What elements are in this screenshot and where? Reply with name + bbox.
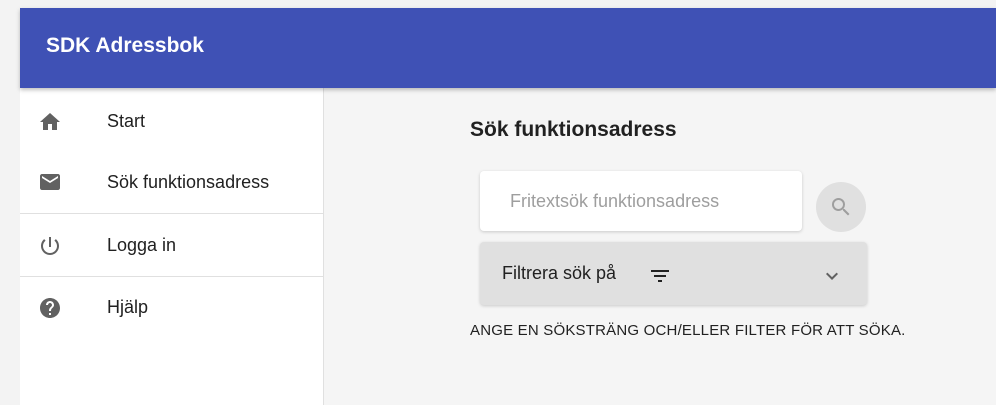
main-content: Sök funktionsadress Filtrera sök på ANGE… xyxy=(324,88,996,405)
sidebar-item-sok-funktionsadress[interactable]: Sök funktionsadress xyxy=(20,152,323,214)
sidebar-item-hjalp[interactable]: Hjälp xyxy=(20,277,323,339)
sidebar-item-label: Logga in xyxy=(107,235,177,255)
help-icon xyxy=(38,296,62,320)
sidebar-item-logga-in[interactable]: Logga in xyxy=(20,214,323,276)
filter-list-icon xyxy=(648,264,672,293)
filter-label: Filtrera sök på xyxy=(502,263,617,283)
sidebar-item-label: Start xyxy=(107,111,146,131)
filter-expansion-panel[interactable]: Filtrera sök på xyxy=(480,242,867,305)
sidebar-item-label: Sök funktionsadress xyxy=(107,172,270,192)
home-icon xyxy=(38,110,62,134)
page-title: Sök funktionsadress xyxy=(470,118,677,141)
search-button[interactable] xyxy=(816,182,866,232)
app-bar: SDK Adressbok xyxy=(20,8,996,88)
search-icon xyxy=(832,198,850,216)
mail-icon xyxy=(38,170,62,194)
search-hint: ANGE EN SÖKSTRÄNG OCH/ELLER FILTER FÖR A… xyxy=(470,322,906,339)
app-title: SDK Adressbok xyxy=(46,34,204,57)
chevron-down-icon xyxy=(820,264,844,293)
search-field[interactable] xyxy=(480,171,802,231)
sidebar: Start Sök funktionsadress Logga in Hjälp xyxy=(20,88,324,405)
sidebar-item-start[interactable]: Start xyxy=(20,90,323,152)
power-icon xyxy=(38,234,62,258)
search-input[interactable] xyxy=(508,185,792,217)
window-top-strip xyxy=(0,0,996,8)
sidebar-item-label: Hjälp xyxy=(107,297,149,317)
